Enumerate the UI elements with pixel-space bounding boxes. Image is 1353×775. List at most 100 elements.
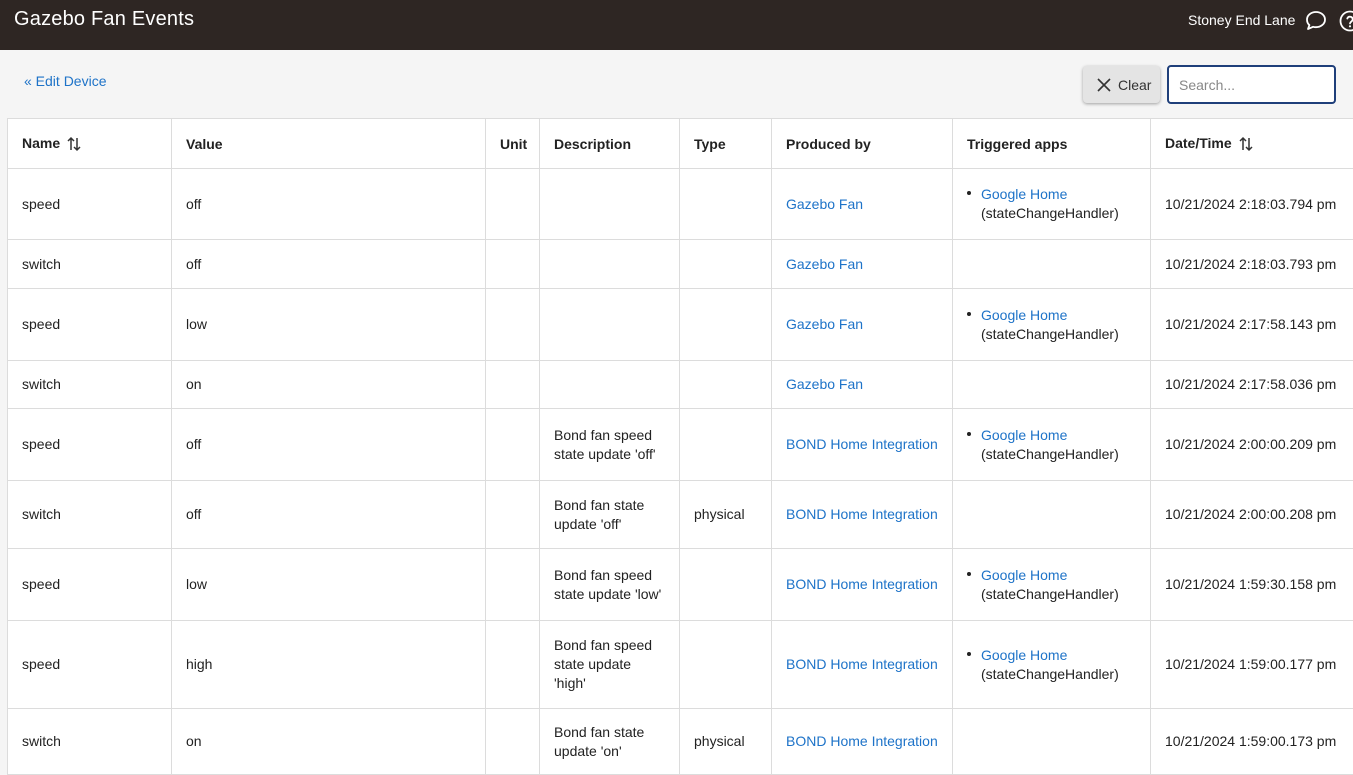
table-row: switchon Gazebo Fan 10/21/2024 2:17:58.036…	[8, 361, 1353, 409]
produced-by-link[interactable]: Gazebo Fan	[786, 316, 863, 332]
cell-description	[540, 289, 680, 361]
triggered-app-link[interactable]: Google Home	[981, 427, 1067, 443]
cell-triggered-apps	[953, 240, 1151, 289]
cell-name: switch	[8, 240, 172, 289]
clear-button-label: Clear	[1118, 77, 1151, 93]
cell-produced-by: BOND Home Integration	[772, 409, 953, 481]
cell-produced-by: BOND Home Integration	[772, 481, 953, 549]
triggered-app-link[interactable]: Google Home	[981, 186, 1067, 202]
cell-description: Bond fan state update 'on'	[540, 709, 680, 775]
edit-device-link[interactable]: « Edit Device	[24, 73, 106, 89]
close-icon	[1097, 78, 1111, 92]
cell-triggered-apps	[953, 361, 1151, 409]
cell-produced-by: BOND Home Integration	[772, 709, 953, 775]
table-row: speedoffGazebo FanGoogle Home(stateChang…	[8, 169, 1353, 240]
cell-description	[540, 361, 680, 409]
cell-triggered-apps: Google Home (stateChangeHandler)	[953, 409, 1151, 481]
column-header-type: Type	[680, 119, 772, 169]
produced-by-link[interactable]: BOND Home Integration	[786, 506, 938, 522]
triggered-app-item: Google Home	[967, 566, 1136, 585]
cell-produced-by: Gazebo Fan	[772, 169, 953, 240]
produced-by-link[interactable]: BOND Home Integration	[786, 733, 938, 749]
triggered-app-link[interactable]: Google Home	[981, 307, 1067, 323]
cell-name: speed	[8, 289, 172, 361]
cell-produced-by: BOND Home Integration	[772, 621, 953, 709]
cell-name: speed	[8, 409, 172, 481]
triggered-app-handler: (stateChangeHandler)	[967, 325, 1136, 344]
clear-button[interactable]: Clear	[1083, 66, 1160, 103]
events-table: Name Value Unit Description Type Produce…	[7, 118, 1353, 775]
column-header-unit: Unit	[486, 119, 540, 169]
help-circle-icon[interactable]	[1338, 9, 1353, 33]
table-row: speedlowGazebo FanGoogle Home(stateChang…	[8, 289, 1353, 361]
cell-value: off	[172, 481, 486, 549]
produced-by-link[interactable]: Gazebo Fan	[786, 196, 863, 212]
triggered-app-handler: (stateChangeHandler)	[967, 665, 1136, 684]
cell-type	[680, 621, 772, 709]
cell-type	[680, 289, 772, 361]
sort-icon[interactable]	[1238, 136, 1254, 152]
cell-triggered-apps: Google Home (stateChangeHandler)	[953, 169, 1151, 240]
cell-type	[680, 240, 772, 289]
triggered-app-item: Google Home	[967, 185, 1136, 204]
cell-produced-by: Gazebo Fan	[772, 361, 953, 409]
triggered-app-link[interactable]: Google Home	[981, 567, 1067, 583]
triggered-app-handler: (stateChangeHandler)	[967, 204, 1136, 223]
chat-bubble-icon[interactable]	[1304, 9, 1328, 33]
cell-unit	[486, 361, 540, 409]
table-row: switchoff Gazebo Fan 10/21/2024 2:18:03.79…	[8, 240, 1353, 289]
top-bar: Gazebo Fan Events Stoney End Lane	[0, 0, 1353, 50]
sort-icon[interactable]	[66, 136, 82, 152]
cell-datetime: 10/21/2024 1:59:00.173 pm	[1151, 709, 1353, 775]
cell-name: speed	[8, 621, 172, 709]
table-row: speedoffBond fan speed state update 'off…	[8, 409, 1353, 481]
cell-type	[680, 361, 772, 409]
triggered-app-handler: (stateChangeHandler)	[967, 445, 1136, 464]
table-row: switchonBond fan state update 'on'physic…	[8, 709, 1353, 775]
cell-value: on	[172, 361, 486, 409]
cell-type: physical	[680, 481, 772, 549]
column-header-datetime[interactable]: Date/Time	[1151, 119, 1353, 169]
cell-type	[680, 549, 772, 621]
cell-datetime: 10/21/2024 1:59:00.177 pm	[1151, 621, 1353, 709]
produced-by-link[interactable]: BOND Home Integration	[786, 436, 938, 452]
column-header-produced-by: Produced by	[772, 119, 953, 169]
cell-name: switch	[8, 361, 172, 409]
cell-unit	[486, 409, 540, 481]
cell-description	[540, 240, 680, 289]
produced-by-link[interactable]: Gazebo Fan	[786, 256, 863, 272]
cell-value: off	[172, 409, 486, 481]
column-header-description: Description	[540, 119, 680, 169]
cell-produced-by: Gazebo Fan	[772, 240, 953, 289]
cell-type	[680, 169, 772, 240]
triggered-app-handler: (stateChangeHandler)	[967, 585, 1136, 604]
column-header-value: Value	[172, 119, 486, 169]
hub-name[interactable]: Stoney End Lane	[1188, 12, 1295, 28]
cell-description: Bond fan speed state update 'high'	[540, 621, 680, 709]
cell-triggered-apps: Google Home (stateChangeHandler)	[953, 621, 1151, 709]
search-input[interactable]	[1167, 65, 1336, 104]
cell-produced-by: BOND Home Integration	[772, 549, 953, 621]
triggered-app-link[interactable]: Google Home	[981, 647, 1067, 663]
cell-type	[680, 409, 772, 481]
cell-unit	[486, 621, 540, 709]
cell-unit	[486, 481, 540, 549]
page-title: Gazebo Fan Events	[14, 8, 194, 31]
cell-value: off	[172, 240, 486, 289]
cell-datetime: 10/21/2024 2:18:03.793 pm	[1151, 240, 1353, 289]
cell-unit	[486, 169, 540, 240]
cell-datetime: 10/21/2024 2:17:58.036 pm	[1151, 361, 1353, 409]
cell-triggered-apps: Google Home (stateChangeHandler)	[953, 549, 1151, 621]
produced-by-link[interactable]: BOND Home Integration	[786, 656, 938, 672]
produced-by-link[interactable]: BOND Home Integration	[786, 576, 938, 592]
cell-triggered-apps	[953, 709, 1151, 775]
table-row: speedhighBond fan speed state update 'hi…	[8, 621, 1353, 709]
cell-description: Bond fan state update 'off'	[540, 481, 680, 549]
produced-by-link[interactable]: Gazebo Fan	[786, 376, 863, 392]
column-header-name[interactable]: Name	[8, 119, 172, 169]
cell-triggered-apps	[953, 481, 1151, 549]
cell-unit	[486, 240, 540, 289]
table-header-row: Name Value Unit Description Type Produce…	[8, 119, 1353, 169]
cell-unit	[486, 709, 540, 775]
triggered-app-item: Google Home	[967, 646, 1136, 665]
